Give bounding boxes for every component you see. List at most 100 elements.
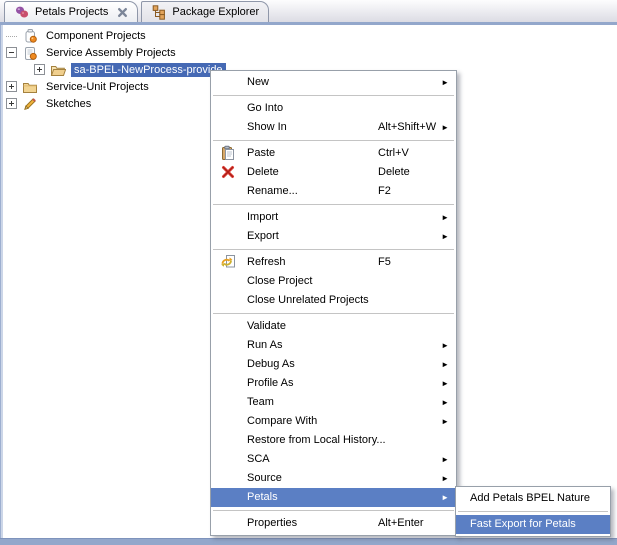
- assembly-icon: [22, 45, 38, 61]
- submenu-arrow-icon: ►: [441, 73, 449, 92]
- menu-item-new[interactable]: New ►: [211, 73, 456, 92]
- menu-item-source[interactable]: Source ►: [211, 469, 456, 488]
- open-folder-icon: [50, 62, 66, 78]
- submenu-arrow-icon: ►: [441, 118, 449, 137]
- package-explorer-icon: [151, 4, 167, 20]
- menu-item-icon: [220, 292, 236, 308]
- menu-item-team[interactable]: Team ►: [211, 393, 456, 412]
- menu-item-go-into[interactable]: Go Into: [211, 99, 456, 118]
- folder-icon: [22, 79, 38, 95]
- menu-item-icon: [220, 489, 236, 505]
- menu-item-icon: [220, 273, 236, 289]
- menu-item-label: Properties: [247, 517, 297, 529]
- menu-separator: [213, 510, 454, 511]
- submenu-arrow-icon: ►: [441, 469, 449, 488]
- menu-item-rename[interactable]: Rename... F2: [211, 182, 456, 201]
- menu-item-sca[interactable]: SCA ►: [211, 450, 456, 469]
- menu-item-label: Source: [247, 472, 282, 484]
- pencil-icon: [22, 96, 38, 112]
- menu-item-icon: [220, 394, 236, 410]
- tab-package-explorer[interactable]: Package Explorer: [141, 1, 269, 22]
- menu-item-validate[interactable]: Validate: [211, 317, 456, 336]
- menu-item-icon: [220, 356, 236, 372]
- menu-separator: [458, 511, 608, 512]
- menu-item-label: Restore from Local History...: [247, 434, 386, 446]
- menu-item-properties[interactable]: Properties Alt+Enter: [211, 514, 456, 533]
- tab-petals-projects[interactable]: Petals Projects: [4, 1, 138, 22]
- menu-item-icon: [220, 413, 236, 429]
- expand-plus-icon[interactable]: [34, 64, 45, 75]
- view-bottom-border: [0, 538, 617, 545]
- menu-item-label: Fast Export for Petals: [470, 518, 576, 530]
- submenu-arrow-icon: ►: [441, 336, 449, 355]
- submenu-arrow-icon: ►: [441, 208, 449, 227]
- menu-item-icon: [220, 375, 236, 391]
- tree-item-label: Sketches: [43, 97, 94, 111]
- menu-item-label: SCA: [247, 453, 270, 465]
- menu-item-compare-with[interactable]: Compare With ►: [211, 412, 456, 431]
- menu-item-label: Add Petals BPEL Nature: [470, 492, 590, 504]
- menu-item-label: Export: [247, 230, 279, 242]
- menu-item-icon: [220, 470, 236, 486]
- menu-item-label: Compare With: [247, 415, 317, 427]
- menu-item-accel: Ctrl+V: [378, 144, 409, 163]
- close-icon[interactable]: [116, 6, 128, 18]
- menu-item-label: New: [247, 76, 269, 88]
- menu-item-label: Debug As: [247, 358, 295, 370]
- menu-separator: [213, 313, 454, 314]
- submenu-arrow-icon: ►: [441, 488, 449, 507]
- menu-item-label: Paste: [247, 147, 275, 159]
- menu-item-icon: [220, 209, 236, 225]
- expand-plus-icon[interactable]: [6, 98, 17, 109]
- tree-item-label: Service Assembly Projects: [43, 46, 179, 60]
- tree-item-component-projects[interactable]: Component Projects: [3, 27, 617, 44]
- menu-item-label: Close Unrelated Projects: [247, 294, 369, 306]
- menu-item-add-petals-bpel-nature[interactable]: Add Petals BPEL Nature: [456, 489, 610, 508]
- tab-label: Package Explorer: [172, 6, 259, 18]
- menu-item-label: Show In: [247, 121, 287, 133]
- menu-item-export[interactable]: Export ►: [211, 227, 456, 246]
- menu-item-fast-export-for-petals[interactable]: Fast Export for Petals: [456, 515, 610, 534]
- menu-item-close-unrelated-projects[interactable]: Close Unrelated Projects: [211, 291, 456, 310]
- menu-item-restore-from-local-history[interactable]: Restore from Local History...: [211, 431, 456, 450]
- menu-item-label: Validate: [247, 320, 286, 332]
- menu-item-delete[interactable]: Delete Delete: [211, 163, 456, 182]
- menu-item-petals[interactable]: Petals ►: [211, 488, 456, 507]
- menu-item-label: Rename...: [247, 185, 298, 197]
- paste-icon: [220, 145, 236, 161]
- menu-item-close-project[interactable]: Close Project: [211, 272, 456, 291]
- menu-item-icon: [220, 119, 236, 135]
- tree-item-service-assembly-projects[interactable]: Service Assembly Projects: [3, 44, 617, 61]
- menu-item-accel: F5: [378, 253, 391, 272]
- menu-item-accel: Alt+Shift+W: [378, 118, 436, 137]
- petals-icon: [14, 4, 30, 20]
- menu-item-show-in[interactable]: Show In Alt+Shift+W ►: [211, 118, 456, 137]
- menu-item-refresh[interactable]: Refresh F5: [211, 253, 456, 272]
- submenu-arrow-icon: ►: [441, 393, 449, 412]
- submenu-arrow-icon: ►: [441, 227, 449, 246]
- context-menu: New ► Go Into Show In Alt+Shift+W ► Past…: [210, 70, 457, 536]
- menu-item-icon: [220, 451, 236, 467]
- submenu-arrow-icon: ►: [441, 450, 449, 469]
- tree-item-label: sa-BPEL-NewProcess-provide: [71, 63, 226, 77]
- menu-separator: [213, 204, 454, 205]
- menu-item-debug-as[interactable]: Debug As ►: [211, 355, 456, 374]
- menu-item-paste[interactable]: Paste Ctrl+V: [211, 144, 456, 163]
- menu-item-accel: F2: [378, 182, 391, 201]
- menu-item-run-as[interactable]: Run As ►: [211, 336, 456, 355]
- refresh-icon: [220, 254, 236, 270]
- menu-item-import[interactable]: Import ►: [211, 208, 456, 227]
- menu-item-icon: [220, 74, 236, 90]
- menu-item-label: Profile As: [247, 377, 293, 389]
- menu-item-profile-as[interactable]: Profile As ►: [211, 374, 456, 393]
- menu-item-icon: [220, 228, 236, 244]
- collapse-minus-icon[interactable]: [6, 47, 17, 58]
- petals-projects-view: Petals Projects Package Explorer Compone…: [0, 0, 617, 545]
- menu-item-icon: [220, 432, 236, 448]
- menu-item-label: Close Project: [247, 275, 312, 287]
- menu-item-label: Refresh: [247, 256, 286, 268]
- expand-plus-icon[interactable]: [6, 81, 17, 92]
- delete-icon: [220, 164, 236, 180]
- menu-item-icon: [220, 100, 236, 116]
- tree-connector: [6, 36, 17, 37]
